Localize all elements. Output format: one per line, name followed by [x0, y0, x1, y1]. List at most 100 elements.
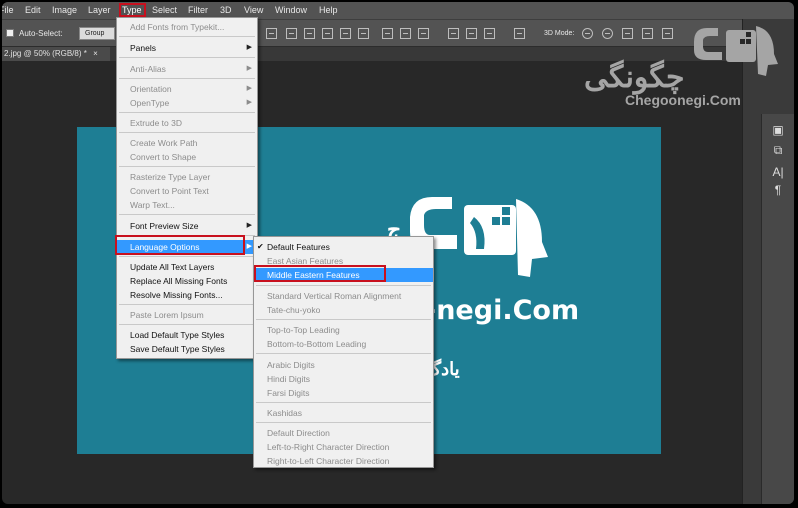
checkmark-icon: ✔: [257, 242, 264, 251]
menu-item-anti-alias-label: Anti-Alias: [130, 64, 166, 74]
menu-item-bottom-to-bottom-leading[interactable]: Bottom-to-Bottom Leading: [254, 337, 433, 351]
menu-item-anti-alias[interactable]: Anti-Alias ▶: [117, 62, 257, 76]
history-panel-icon[interactable]: ▣: [768, 122, 788, 138]
close-icon[interactable]: ×: [93, 49, 98, 58]
align-right-icon[interactable]: [358, 28, 369, 39]
3d-slide-icon[interactable]: [642, 28, 653, 39]
menu-item-orientation-label: Orientation: [130, 84, 172, 94]
menu-item-replace-all-missing-fonts[interactable]: Replace All Missing Fonts: [117, 274, 257, 288]
menu-item-paste-lorem-ipsum[interactable]: Paste Lorem Ipsum: [117, 308, 257, 322]
right-panel-dock: ▣ ⧉ A| ¶: [742, 19, 794, 504]
menu-item-convert-to-shape[interactable]: Convert to Shape: [117, 150, 257, 164]
menu-layer[interactable]: Layer: [88, 5, 111, 15]
watermark-english-text: Chegoonegi.Com: [625, 92, 741, 108]
menu-item-create-work-path[interactable]: Create Work Path: [117, 136, 257, 150]
menu-image[interactable]: Image: [52, 5, 77, 15]
middle-eastern-features-annotation: [254, 265, 386, 282]
distribute-left-icon[interactable]: [448, 28, 459, 39]
character-panel-icon[interactable]: A|: [768, 164, 788, 180]
align-top-icon[interactable]: [266, 28, 277, 39]
align-horizontal-center-icon[interactable]: [340, 28, 351, 39]
menu-item-add-fonts-typekit[interactable]: Add Fonts from Typekit...: [117, 20, 257, 34]
submenu-arrow-icon: ▶: [246, 85, 252, 92]
menu-item-update-all-text-layers[interactable]: Update All Text Layers: [117, 260, 257, 274]
auto-select-label: Auto-Select:: [19, 29, 63, 38]
3d-scale-icon[interactable]: [662, 28, 673, 39]
menu-separator: [119, 78, 255, 79]
menu-item-rtl-character-direction[interactable]: Right-to-Left Character Direction: [254, 454, 433, 468]
align-vertical-center-icon[interactable]: [286, 28, 297, 39]
menu-separator: [119, 57, 255, 58]
auto-select-checkbox[interactable]: [6, 29, 14, 37]
menu-item-default-features[interactable]: ✔ Default Features: [254, 240, 433, 254]
submenu-arrow-icon: ▶: [246, 44, 252, 51]
menu-item-extrude-3d[interactable]: Extrude to 3D: [117, 116, 257, 130]
menu-help[interactable]: Help: [319, 5, 338, 15]
menu-item-rasterize-type-layer[interactable]: Rasterize Type Layer: [117, 170, 257, 184]
menu-item-top-to-top-leading[interactable]: Top-to-Top Leading: [254, 323, 433, 337]
menu-separator: [119, 304, 255, 305]
menu-item-default-direction[interactable]: Default Direction: [254, 426, 433, 440]
3d-pan-icon[interactable]: [622, 28, 633, 39]
menu-item-panels[interactable]: Panels ▶: [117, 41, 257, 55]
properties-panel-icon[interactable]: ⧉: [768, 142, 788, 158]
distribute-horizontal-center-icon[interactable]: [466, 28, 477, 39]
document-tab[interactable]: 2.jpg @ 50% (RGB/8) * ×: [2, 47, 110, 61]
menu-file[interactable]: File: [2, 5, 14, 15]
menu-item-opentype[interactable]: OpenType ▶: [117, 96, 257, 110]
canvas-brand-text: -negi.Com: [425, 295, 580, 326]
menu-separator: [119, 214, 255, 215]
align-left-icon[interactable]: [322, 28, 333, 39]
menu-item-default-features-label: Default Features: [267, 242, 330, 252]
menu-separator: [119, 132, 255, 133]
menu-item-convert-to-point-text[interactable]: Convert to Point Text: [117, 184, 257, 198]
menu-item-warp-text[interactable]: Warp Text...: [117, 198, 257, 212]
menu-edit[interactable]: Edit: [25, 5, 41, 15]
menu-item-orientation[interactable]: Orientation ▶: [117, 82, 257, 96]
distribute-right-icon[interactable]: [484, 28, 495, 39]
menu-item-ltr-character-direction[interactable]: Left-to-Right Character Direction: [254, 440, 433, 454]
submenu-arrow-icon: ▶: [246, 65, 252, 72]
menu-item-resolve-missing-fonts[interactable]: Resolve Missing Fonts...: [117, 288, 257, 302]
menu-separator: [256, 285, 431, 286]
menu-item-standard-vertical-roman-alignment[interactable]: Standard Vertical Roman Alignment: [254, 289, 433, 303]
menu-item-load-default-type-styles[interactable]: Load Default Type Styles: [117, 328, 257, 342]
menu-item-farsi-digits[interactable]: Farsi Digits: [254, 386, 433, 400]
distribute-vertical-center-icon[interactable]: [400, 28, 411, 39]
distribute-bottom-icon[interactable]: [418, 28, 429, 39]
menu-item-hindi-digits[interactable]: Hindi Digits: [254, 372, 433, 386]
align-bottom-icon[interactable]: [304, 28, 315, 39]
menu-separator: [119, 324, 255, 325]
menu-item-tate-chu-yoko[interactable]: Tate-chu-yoko: [254, 303, 433, 317]
paragraph-panel-icon[interactable]: ¶: [768, 182, 788, 198]
menu-separator: [119, 166, 255, 167]
menu-separator: [256, 319, 431, 320]
menu-select[interactable]: Select: [152, 5, 177, 15]
menu-separator: [256, 422, 431, 423]
menu-separator: [119, 36, 255, 37]
photoshop-window: File Edit Image Layer Type Select Filter…: [2, 2, 794, 504]
menu-filter[interactable]: Filter: [188, 5, 208, 15]
document-tab-label: 2.jpg @ 50% (RGB/8) *: [4, 49, 87, 58]
menu-item-kashidas[interactable]: Kashidas: [254, 406, 433, 420]
menu-separator: [119, 256, 255, 257]
menu-item-font-preview-size[interactable]: Font Preview Size ▶: [117, 219, 257, 233]
menu-item-save-default-type-styles[interactable]: Save Default Type Styles: [117, 342, 257, 356]
menu-item-arabic-digits[interactable]: Arabic Digits: [254, 358, 433, 372]
submenu-arrow-icon: ▶: [246, 243, 252, 250]
menu-3d[interactable]: 3D: [220, 5, 232, 15]
distribute-top-icon[interactable]: [382, 28, 393, 39]
submenu-arrow-icon: ▶: [246, 222, 252, 229]
type-menu-dropdown: Add Fonts from Typekit... Panels ▶ Anti-A…: [116, 17, 258, 359]
3d-roll-icon[interactable]: [602, 28, 613, 39]
watermark-persian-text: چگونگی: [584, 61, 685, 94]
auto-select-target-dropdown[interactable]: Group: [79, 27, 115, 40]
3d-rotate-icon[interactable]: [582, 28, 593, 39]
watermark-logo-icon: [694, 26, 778, 76]
menu-separator: [256, 402, 431, 403]
menu-window[interactable]: Window: [275, 5, 307, 15]
menu-view[interactable]: View: [244, 5, 263, 15]
auto-align-layers-icon[interactable]: [514, 28, 525, 39]
menu-item-font-preview-size-label: Font Preview Size: [130, 221, 199, 231]
submenu-arrow-icon: ▶: [246, 99, 252, 106]
